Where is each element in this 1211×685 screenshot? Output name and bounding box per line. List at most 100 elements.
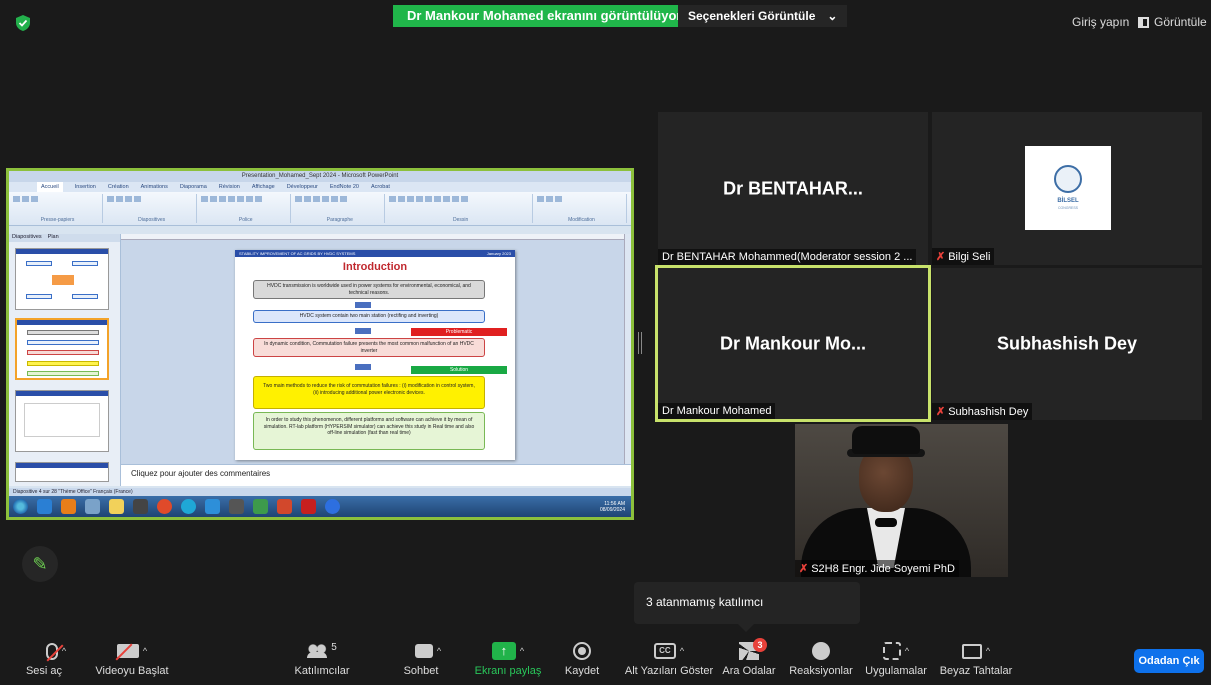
leave-meeting-button[interactable]: Odadan Çık (1134, 649, 1204, 673)
browser-icon[interactable] (181, 499, 196, 514)
excel-icon[interactable] (253, 499, 268, 514)
chrome-icon[interactable] (157, 499, 172, 514)
whiteboards-button[interactable]: ^ Beyaz Tahtalar (938, 640, 1014, 677)
slide-thumbnail[interactable] (15, 248, 109, 310)
unmute-button[interactable]: ^ Sesi aç (26, 640, 86, 677)
ribbon-group: Modification (536, 194, 628, 223)
participant-tile-mankour-active-speaker[interactable]: Dr Mankour Mo... Dr Mankour Mohamed (655, 265, 931, 422)
mic-muted-icon (45, 642, 64, 661)
emoji-icon (812, 642, 830, 660)
mic-muted-icon: ✗ (936, 251, 946, 263)
participants-button[interactable]: 5 Katılımcılar (292, 640, 352, 678)
reactions-button[interactable]: Reaksiyonlar (788, 640, 854, 677)
panel-tab-slides[interactable]: Diapositives (12, 234, 42, 242)
explorer-icon[interactable] (109, 499, 124, 514)
chevron-up-icon[interactable]: ^ (437, 646, 441, 656)
powerpoint-ribbon-tabs: Accueil Insertion Création Animations Di… (9, 182, 631, 192)
participant-name: S2H8 Engr. Jide Soyemi PhD (811, 563, 955, 575)
sign-in-link[interactable]: Giriş yapın (1072, 15, 1129, 29)
slide-title: Introduction (342, 261, 408, 273)
ribbon-tab[interactable]: EndNote 20 (330, 182, 359, 192)
shared-screen[interactable]: Presentation_Mohamed_Sept 2024 - Microso… (6, 168, 634, 520)
mic-muted-icon: ✗ (799, 563, 809, 575)
down-arrow-icon (355, 364, 371, 370)
slide-thumbnail[interactable] (15, 390, 109, 452)
ribbon-group: Police (201, 194, 292, 223)
participant-tile-jide-soyemi[interactable]: ✗ S2H8 Engr. Jide Soyemi PhD (795, 424, 1008, 577)
ribbon-tab[interactable]: Animations (141, 182, 168, 192)
chevron-up-icon[interactable]: ^ (520, 646, 524, 656)
chevron-up-icon[interactable]: ^ (986, 646, 990, 656)
slide-thumbnail-selected[interactable] (15, 318, 109, 380)
app-icon[interactable] (229, 499, 244, 514)
show-captions-button[interactable]: CC ^ Alt Yazıları Göster (622, 640, 716, 677)
ribbon-tab[interactable]: Insertion (75, 182, 96, 192)
unassigned-participants-tooltip: 3 atanmamış katılımcı (634, 582, 860, 632)
app-icon[interactable] (205, 499, 220, 514)
mic-muted-icon: ✗ (936, 406, 946, 418)
closed-captions-icon: CC (653, 643, 676, 659)
ribbon-tab[interactable]: Diaporama (180, 182, 207, 192)
start-video-button[interactable]: ^ Videoyu Başlat (92, 640, 172, 677)
participant-tile-label: Subhashish Dey (996, 333, 1138, 354)
ribbon-tab[interactable]: Développeur (287, 182, 318, 192)
apps-icon (882, 642, 901, 660)
bow-tie (875, 518, 897, 527)
acrobat-icon[interactable] (301, 499, 316, 514)
ribbon-group: Presse-papiers (13, 194, 104, 223)
chevron-up-icon[interactable]: ^ (905, 646, 909, 656)
ribbon-tab[interactable]: Acrobat (371, 182, 390, 192)
ribbon-tab[interactable]: Accueil (37, 182, 63, 192)
chevron-up-icon[interactable]: ^ (143, 646, 147, 656)
view-options-button[interactable]: Seçenekleri Görüntüle ⌄ (678, 5, 848, 27)
windows-taskbar: 11:56 AM 08/09/2024 (9, 496, 631, 517)
apps-button[interactable]: ^ Uygulamalar (860, 640, 932, 677)
chevron-up-icon[interactable]: ^ (62, 646, 66, 656)
participant-name: Dr BENTAHAR Mohammed(Moderator session 2… (658, 249, 917, 265)
whiteboard-icon (961, 643, 982, 659)
start-button-icon[interactable] (13, 499, 28, 514)
breakout-rooms-button[interactable]: 3 Ara Odalar (722, 638, 776, 677)
chevron-up-icon[interactable]: ^ (680, 646, 684, 656)
ribbon-tab[interactable]: Révision (219, 182, 240, 192)
down-arrow-icon (355, 328, 371, 334)
chevron-down-icon: ⌄ (827, 9, 838, 23)
media-icon[interactable] (61, 499, 76, 514)
participant-name: Bilgi Seli (948, 251, 991, 263)
current-slide[interactable]: STABILITY IMPROVEMENT OF AC GRIDS BY HVD… (235, 250, 515, 460)
ribbon-tab[interactable]: Affichage (252, 182, 275, 192)
slide-thumbnail[interactable] (15, 462, 109, 482)
folder-icon[interactable] (85, 499, 100, 514)
ribbon-group: Paragraphe (295, 194, 386, 223)
participants-icon (307, 644, 328, 658)
zoom-app-icon[interactable] (325, 499, 340, 514)
powerpoint-status-bar: Diapositive 4 sur 28 "Thème Office" Fran… (9, 488, 631, 496)
notes-pane[interactable]: Cliquez pour ajouter des commentaires (121, 464, 631, 486)
record-button[interactable]: Kaydet (560, 640, 604, 677)
slide-header-right: January 2023 (486, 251, 511, 256)
logo-emblem-icon (1054, 165, 1082, 193)
participant-tile-bentahar[interactable]: Dr BENTAHAR... Dr BENTAHAR Mohammed(Mode… (658, 112, 928, 265)
vertical-scrollbar[interactable] (624, 234, 631, 486)
meeting-toolbar: ^ Sesi aç ^ Videoyu Başlat 5 Katılımcıla… (0, 632, 1211, 685)
participant-tile-subhashish[interactable]: Subhashish Dey ✗ Subhashish Dey (932, 268, 1202, 420)
ie-icon[interactable] (37, 499, 52, 514)
ribbon-group: Dessin (389, 194, 533, 223)
annotate-pencil-icon[interactable]: ✎ (22, 546, 58, 582)
share-screen-button[interactable]: ↑ ^ Ekranı paylaş (468, 640, 548, 677)
participant-tile-bilgi-seli[interactable]: BİLSEL CONGRESS ✗ Bilgi Seli (932, 112, 1202, 265)
view-layout-button[interactable]: Görüntüle (1138, 15, 1207, 29)
security-shield-icon[interactable] (14, 14, 32, 32)
app-icon[interactable] (133, 499, 148, 514)
video-off-icon (115, 643, 139, 661)
powerpoint-icon[interactable] (277, 499, 292, 514)
panel-resize-handle[interactable] (638, 332, 642, 354)
chat-button[interactable]: ^ Sohbet (398, 640, 458, 677)
chat-icon (414, 644, 433, 658)
panel-tab-outline[interactable]: Plan (48, 234, 59, 242)
slide-box-2: HVDC system contain two main station (re… (253, 310, 485, 323)
ribbon-tab[interactable]: Création (108, 182, 129, 192)
slide-editor[interactable]: STABILITY IMPROVEMENT OF AC GRIDS BY HVD… (121, 234, 631, 486)
slide-tag-solution: Solution (411, 366, 507, 374)
zoom-meeting-window: Dr Mankour Mohamed ekranını görüntülüyor… (0, 0, 1211, 685)
